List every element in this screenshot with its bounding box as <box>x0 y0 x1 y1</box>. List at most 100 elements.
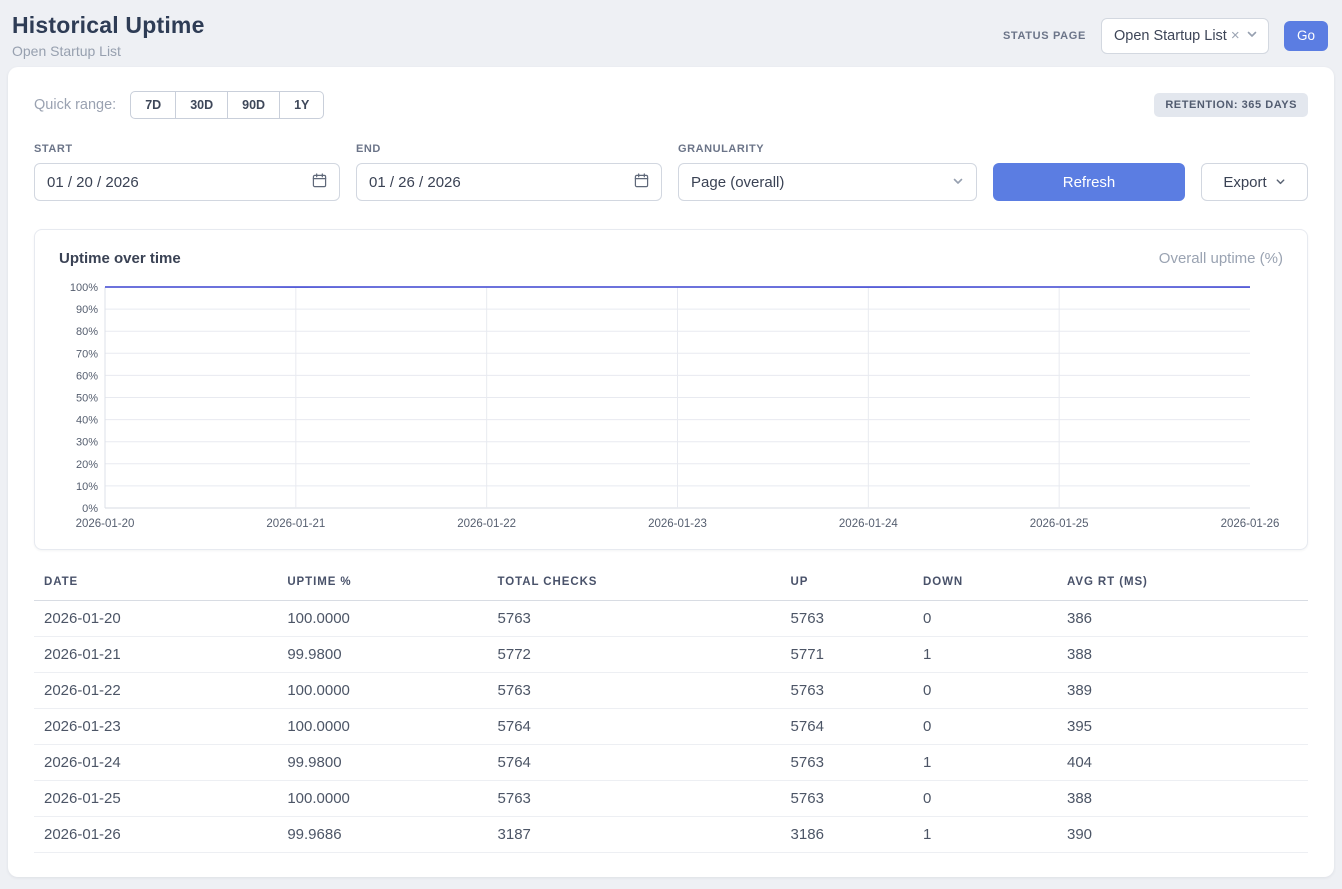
table-cell: 389 <box>1057 673 1308 709</box>
svg-text:100%: 100% <box>70 282 98 294</box>
table-cell: 5764 <box>488 745 781 781</box>
start-date-label: START <box>34 143 340 155</box>
end-date-label: END <box>356 143 662 155</box>
page-title: Historical Uptime <box>12 12 205 39</box>
granularity-label: GRANULARITY <box>678 143 977 155</box>
start-date-field-group: START 01 / 20 / 2026 <box>34 143 340 201</box>
svg-text:50%: 50% <box>76 393 98 405</box>
quick-range-row: Quick range: 7D 30D 90D 1Y RETENTION: 36… <box>34 91 1308 119</box>
chevron-down-icon <box>952 174 964 191</box>
granularity-field-group: GRANULARITY Page (overall) <box>678 143 977 201</box>
refresh-button[interactable]: Refresh <box>993 163 1185 201</box>
table-cell: 5763 <box>781 601 913 637</box>
table-row: 2026-01-20100.0000576357630386 <box>34 601 1308 637</box>
svg-text:2026-01-24: 2026-01-24 <box>839 518 898 530</box>
table-cell: 404 <box>1057 745 1308 781</box>
table-cell: 0 <box>913 601 1057 637</box>
svg-text:0%: 0% <box>82 503 98 515</box>
quick-range-90d-button[interactable]: 90D <box>228 91 280 119</box>
svg-text:2026-01-20: 2026-01-20 <box>76 518 135 530</box>
table-cell: 100.0000 <box>277 709 487 745</box>
table-row: 2026-01-22100.0000576357630389 <box>34 673 1308 709</box>
svg-text:40%: 40% <box>76 415 98 427</box>
table-cell: 2026-01-24 <box>34 745 277 781</box>
retention-badge: RETENTION: 365 DAYS <box>1154 93 1308 117</box>
status-page-controls: STATUS PAGE Open Startup List × Go <box>1003 18 1328 54</box>
table-cell: 2026-01-26 <box>34 817 277 853</box>
svg-text:20%: 20% <box>76 459 98 471</box>
column-header: AVG RT (MS) <box>1057 576 1308 601</box>
table-cell: 0 <box>913 781 1057 817</box>
table-cell: 2026-01-21 <box>34 637 277 673</box>
svg-text:70%: 70% <box>76 348 98 360</box>
calendar-icon[interactable] <box>634 173 649 192</box>
table-cell: 5763 <box>488 673 781 709</box>
calendar-icon[interactable] <box>312 173 327 192</box>
column-header: DATE <box>34 576 277 601</box>
quick-range-buttons: 7D 30D 90D 1Y <box>130 91 324 119</box>
table-cell: 5764 <box>488 709 781 745</box>
column-header: UPTIME % <box>277 576 487 601</box>
quick-range-label: Quick range: <box>34 97 116 113</box>
quick-range-group: Quick range: 7D 30D 90D 1Y <box>34 91 324 119</box>
svg-text:2026-01-25: 2026-01-25 <box>1030 518 1089 530</box>
table-cell: 5763 <box>488 601 781 637</box>
table-cell: 386 <box>1057 601 1308 637</box>
granularity-selected-value: Page (overall) <box>691 174 784 191</box>
svg-text:30%: 30% <box>76 437 98 449</box>
svg-text:90%: 90% <box>76 304 98 316</box>
start-date-value: 01 / 20 / 2026 <box>47 174 139 191</box>
chart-header: Uptime over time Overall uptime (%) <box>59 250 1283 267</box>
status-page-select[interactable]: Open Startup List × <box>1101 18 1269 54</box>
table-cell: 390 <box>1057 817 1308 853</box>
clear-selection-icon[interactable]: × <box>1231 28 1240 43</box>
table-cell: 5763 <box>781 745 913 781</box>
svg-text:2026-01-22: 2026-01-22 <box>457 518 516 530</box>
table-cell: 99.9800 <box>277 745 487 781</box>
table-cell: 3186 <box>781 817 913 853</box>
quick-range-7d-button[interactable]: 7D <box>130 91 176 119</box>
table-cell: 2026-01-25 <box>34 781 277 817</box>
end-date-value: 01 / 26 / 2026 <box>369 174 461 191</box>
table-cell: 2026-01-22 <box>34 673 277 709</box>
table-cell: 2026-01-23 <box>34 709 277 745</box>
title-block: Historical Uptime Open Startup List <box>12 12 205 59</box>
export-button[interactable]: Export <box>1201 163 1308 201</box>
end-date-input[interactable]: 01 / 26 / 2026 <box>356 163 662 201</box>
table-cell: 5771 <box>781 637 913 673</box>
table-body: 2026-01-20100.00005763576303862026-01-21… <box>34 601 1308 853</box>
export-button-label: Export <box>1223 174 1266 191</box>
status-page-selected-value: Open Startup List <box>1114 28 1227 44</box>
start-date-input[interactable]: 01 / 20 / 2026 <box>34 163 340 201</box>
granularity-select[interactable]: Page (overall) <box>678 163 977 201</box>
svg-text:2026-01-21: 2026-01-21 <box>266 518 325 530</box>
chart-legend: Overall uptime (%) <box>1159 250 1283 267</box>
table-cell: 2026-01-20 <box>34 601 277 637</box>
go-button[interactable]: Go <box>1284 21 1328 51</box>
page-header: Historical Uptime Open Startup List STAT… <box>0 0 1342 67</box>
chevron-down-icon <box>1246 28 1258 44</box>
table-cell: 5763 <box>488 781 781 817</box>
table-cell: 100.0000 <box>277 781 487 817</box>
uptime-table: DATEUPTIME %TOTAL CHECKSUPDOWNAVG RT (MS… <box>34 576 1308 853</box>
uptime-chart-card: Uptime over time Overall uptime (%) 0% 10… <box>34 229 1308 550</box>
svg-text:2026-01-26: 2026-01-26 <box>1221 518 1280 530</box>
svg-text:2026-01-23: 2026-01-23 <box>648 518 707 530</box>
quick-range-1y-button[interactable]: 1Y <box>280 91 324 119</box>
svg-text:10%: 10% <box>76 481 98 493</box>
status-page-label: STATUS PAGE <box>1003 30 1086 42</box>
table-cell: 99.9686 <box>277 817 487 853</box>
quick-range-30d-button[interactable]: 30D <box>176 91 228 119</box>
column-header: DOWN <box>913 576 1057 601</box>
main-card: Quick range: 7D 30D 90D 1Y RETENTION: 36… <box>8 67 1334 877</box>
column-header: UP <box>781 576 913 601</box>
table-cell: 1 <box>913 817 1057 853</box>
table-header-row: DATEUPTIME %TOTAL CHECKSUPDOWNAVG RT (MS… <box>34 576 1308 601</box>
table-cell: 99.9800 <box>277 637 487 673</box>
chart-title: Uptime over time <box>59 250 181 267</box>
uptime-line-chart: 0%10%20%30%40%50%60%70%80%90%100%2026-01… <box>59 281 1283 539</box>
table-row: 2026-01-23100.0000576457640395 <box>34 709 1308 745</box>
table-cell: 5764 <box>781 709 913 745</box>
table-cell: 1 <box>913 637 1057 673</box>
table-cell: 5763 <box>781 673 913 709</box>
